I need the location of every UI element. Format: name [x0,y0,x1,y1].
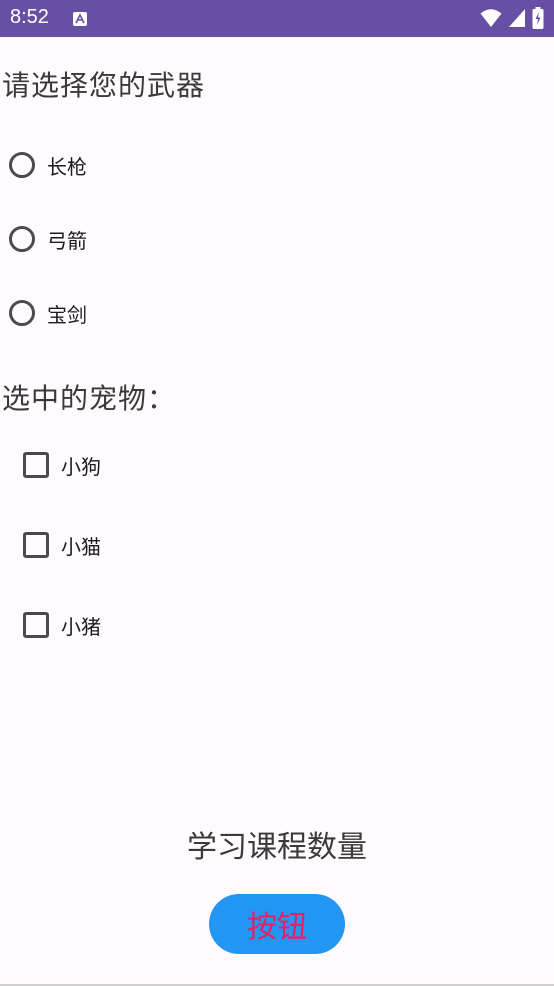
course-count-label: 学习课程数量 [187,830,367,865]
pet-checkbox-pig[interactable]: 小猪 [23,603,101,647]
radio-button-unchecked[interactable] [9,300,35,326]
battery-icon [532,7,544,29]
weapon-option-label: 弓箭 [47,228,87,253]
status-bar: 8:52 [0,0,554,37]
wifi-icon [480,9,502,27]
pet-checkbox-cat[interactable]: 小猫 [23,523,101,567]
checkbox-unchecked[interactable] [23,612,49,638]
pet-checkbox-dog[interactable]: 小狗 [23,443,101,487]
weapon-option-label: 宝剑 [47,302,87,327]
signal-icon [509,9,525,27]
checkbox-unchecked[interactable] [23,532,49,558]
checkbox-unchecked[interactable] [23,452,49,478]
status-icons [480,7,544,29]
radio-button-unchecked[interactable] [9,226,35,252]
pet-section-title: 选中的宠物： [2,382,177,415]
status-time: 8:52 [10,6,49,28]
pet-option-label: 小猫 [61,534,101,559]
weapon-option-label: 长枪 [47,154,87,179]
weapon-radio-sword[interactable]: 宝剑 [9,291,87,335]
radio-button-unchecked[interactable] [9,152,35,178]
pet-option-label: 小狗 [61,454,101,479]
pet-option-label: 小猪 [61,614,101,639]
weapon-radio-bow[interactable]: 弓箭 [9,217,87,261]
main-button[interactable]: 按钮 [209,894,345,954]
app-notification-icon [73,12,87,26]
weapon-section-title: 请选择您的武器 [2,69,206,102]
weapon-radio-spear[interactable]: 长枪 [9,143,87,187]
